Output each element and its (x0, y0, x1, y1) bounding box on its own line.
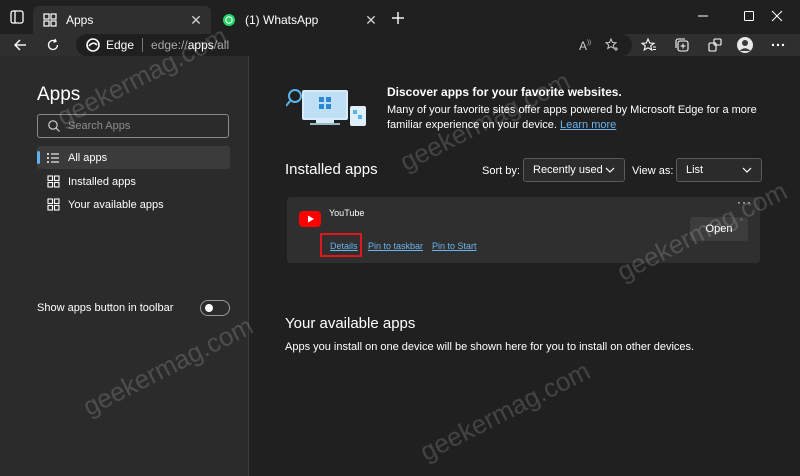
add-favorite-icon[interactable] (604, 37, 620, 53)
favorites-icon[interactable] (640, 36, 658, 54)
apps-grid-icon (42, 12, 58, 28)
sort-by-dropdown[interactable]: Recently used (523, 158, 625, 182)
toggle-label: Show apps button in toolbar (37, 302, 174, 314)
close-icon[interactable]: ✕ (188, 12, 204, 28)
edge-logo-icon (86, 38, 100, 52)
youtube-logo-icon (299, 211, 321, 227)
close-window-icon[interactable] (754, 0, 800, 32)
back-icon[interactable] (10, 35, 30, 55)
whatsapp-icon (221, 12, 237, 28)
apps-grid-icon (46, 175, 60, 189)
tab-strip: Apps ✕ (1) WhatsApp ✕ (0, 0, 800, 34)
toolbar-toggle-row: Show apps button in toolbar (37, 300, 230, 316)
browser-toolbar: Edge edge://apps/all A)) (0, 34, 800, 56)
tab-title: Apps (66, 13, 94, 27)
tab-actions-icon[interactable] (8, 8, 26, 26)
toggle-knob (205, 304, 213, 312)
discover-description: Many of your favorite sites offer apps p… (387, 103, 767, 133)
sidebar-item-label: All apps (68, 151, 108, 164)
collections-icon[interactable] (673, 36, 691, 54)
open-app-button[interactable]: Open (690, 217, 748, 241)
url-path: apps (187, 38, 214, 52)
selection-indicator (37, 151, 40, 164)
learn-more-link[interactable]: Learn more (560, 119, 616, 131)
sidebar-item-label: Your available apps (68, 198, 164, 211)
chevron-down-icon (742, 164, 752, 176)
new-tab-icon[interactable] (388, 8, 408, 28)
more-options-icon[interactable] (769, 36, 787, 54)
read-aloud-icon[interactable]: A)) (578, 37, 594, 53)
show-apps-toggle[interactable] (200, 300, 230, 316)
discover-title: Discover apps for your favorite websites… (387, 85, 622, 99)
view-value: List (686, 164, 704, 176)
svg-text:A: A (579, 39, 587, 52)
tab-whatsapp[interactable]: (1) WhatsApp ✕ (212, 6, 386, 34)
sidebar-item-label: Installed apps (68, 175, 136, 188)
address-bar[interactable]: Edge edge://apps/all (76, 34, 632, 56)
more-options-icon[interactable]: ··· (737, 196, 753, 208)
available-apps-heading: Your available apps (285, 315, 416, 332)
tab-title: (1) WhatsApp (245, 13, 319, 27)
discover-illustration (285, 86, 370, 132)
sidebar-item-all-apps[interactable]: All apps (37, 146, 230, 169)
view-as-dropdown[interactable]: List (676, 158, 762, 182)
sidebar-item-installed-apps[interactable]: Installed apps (37, 170, 230, 193)
chevron-down-icon (605, 164, 615, 176)
pin-to-start-link[interactable]: Pin to Start (432, 241, 477, 251)
pin-to-taskbar-link[interactable]: Pin to taskbar (368, 241, 423, 251)
minimize-icon[interactable] (680, 0, 726, 32)
main-content: Discover apps for your favorite websites… (250, 56, 800, 476)
highlight-annotation (320, 233, 362, 257)
page-title: Apps (37, 84, 81, 105)
url-rest: /all (213, 38, 230, 52)
address-divider (142, 38, 144, 52)
apps-grid-icon (46, 198, 60, 212)
profile-avatar-icon[interactable] (736, 36, 754, 54)
url-scheme: edge:// (151, 38, 188, 52)
sort-by-label: Sort by: (482, 165, 520, 177)
list-icon (46, 151, 60, 165)
extensions-icon[interactable] (706, 36, 724, 54)
search-apps-input[interactable]: Search Apps (37, 114, 229, 138)
search-icon (47, 119, 61, 133)
apps-sidebar: Apps Search Apps All apps Installed apps… (0, 56, 249, 476)
site-label: Edge (106, 38, 135, 52)
tab-apps[interactable]: Apps ✕ (33, 6, 211, 34)
svg-text:)): )) (587, 40, 591, 46)
app-card-youtube: YouTube ··· Open Details Pin to taskbar … (287, 196, 760, 263)
available-apps-description: Apps you install on one device will be s… (285, 341, 695, 353)
app-name: YouTube (329, 208, 365, 218)
sidebar-item-available-apps[interactable]: Your available apps (37, 193, 230, 216)
sort-value: Recently used (533, 164, 603, 176)
view-as-label: View as: (632, 165, 674, 177)
close-icon[interactable]: ✕ (363, 12, 379, 28)
search-placeholder: Search Apps (68, 120, 131, 132)
installed-apps-heading: Installed apps (285, 161, 378, 178)
refresh-icon[interactable] (43, 35, 63, 55)
